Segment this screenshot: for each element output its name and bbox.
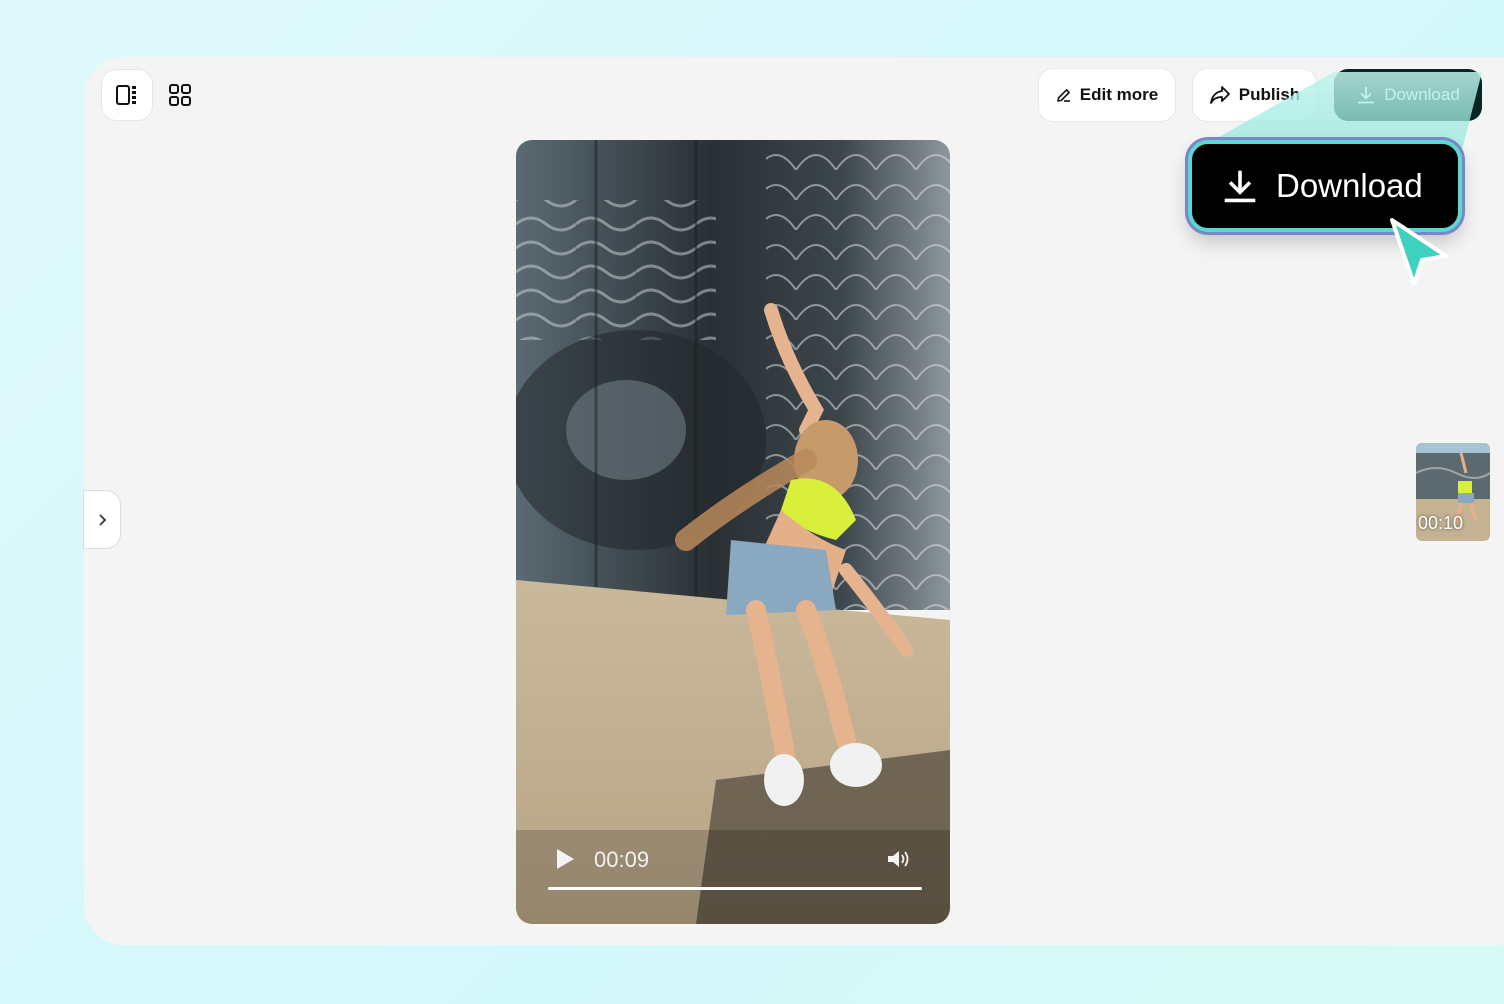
play-icon[interactable] xyxy=(554,848,576,870)
volume-icon[interactable] xyxy=(886,848,912,870)
callout-label: Download xyxy=(1276,167,1423,204)
sidebar-expand-button[interactable] xyxy=(84,491,120,548)
grid-view-toggle[interactable] xyxy=(160,74,200,116)
edit-more-button[interactable]: Edit more xyxy=(1039,69,1175,121)
download-button[interactable]: Download xyxy=(1334,69,1482,121)
progress-fill xyxy=(548,887,922,890)
current-time: 00:09 xyxy=(594,847,650,872)
publish-button[interactable]: Publish xyxy=(1193,69,1316,121)
pencil-icon xyxy=(1056,89,1070,102)
download-icon xyxy=(1358,87,1375,104)
video-controls: 00:09 xyxy=(516,834,950,924)
chevron-right-icon xyxy=(99,513,107,526)
single-view-panel-icon xyxy=(116,85,136,105)
progress-bar[interactable] xyxy=(548,887,922,890)
download-icon xyxy=(1224,170,1256,203)
mouse-pointer-icon xyxy=(1390,218,1448,286)
grid-view-icon xyxy=(169,84,191,106)
share-arrow-icon xyxy=(1209,86,1230,104)
edit-more-label: Edit more xyxy=(1079,85,1159,104)
publish-label: Publish xyxy=(1238,85,1301,104)
clip-thumbnail[interactable]: 00:10 xyxy=(1416,443,1490,541)
video-frame-image xyxy=(516,140,950,924)
thumbnail-duration: 00:10 xyxy=(1418,513,1464,533)
video-player[interactable]: 00:09 xyxy=(516,140,950,924)
app-window: Edit more Publish Download Download 00:0… xyxy=(0,0,1504,1004)
download-label: Download xyxy=(1384,85,1460,104)
single-view-toggle[interactable] xyxy=(102,70,152,120)
